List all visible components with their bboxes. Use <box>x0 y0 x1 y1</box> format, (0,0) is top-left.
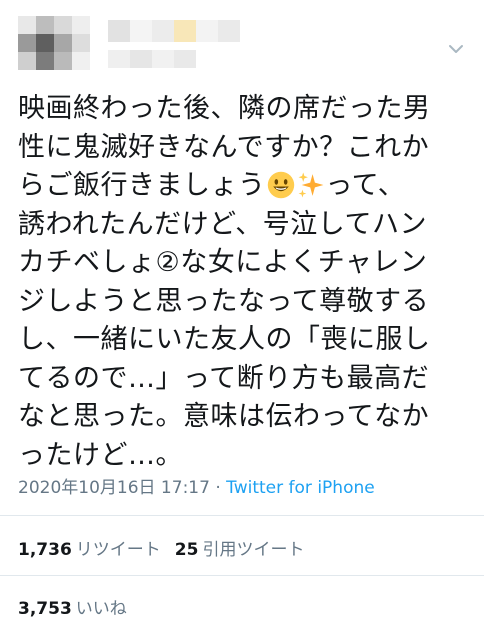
tweet-text-line: って、 <box>325 170 406 201</box>
tweet-text-line: なと思った。意味は伝わってなか <box>18 401 430 432</box>
tweet-text-line: ジしようと思ったなって尊敬する <box>18 285 430 317</box>
likes-label: いいね <box>75 599 127 619</box>
quotes-count: 25 <box>174 540 199 560</box>
tweet-text: 映画終わった後、隣の席だった男 性に鬼滅好きなんですか？これか らご飯行きましょ… <box>18 90 470 475</box>
mosaic-blur <box>18 16 240 70</box>
tweet-timestamp[interactable]: 2020年10月16日 17:17 <box>18 478 210 498</box>
divider <box>0 515 484 516</box>
meta-separator: · <box>209 478 227 498</box>
tweet-text-line: し、一緒にいた友人の「喪に服し <box>18 324 431 355</box>
tweet-text-line: 誘われたんだけど、号泣してハン <box>18 208 427 240</box>
likes-count: 3,753 <box>18 599 72 619</box>
tweet-text-line: カチベしょ②な女によくチャレン <box>18 247 428 278</box>
tweet-card: 映画終わった後、隣の席だった男 性に鬼滅好きなんですか？これか らご飯行きましょ… <box>0 0 484 633</box>
tweet-text-line: 映画終わった後、隣の席だった男 <box>18 93 431 124</box>
tweet-text-line: ったけど…。 <box>18 439 183 471</box>
retweets-count: 1,736 <box>18 540 72 560</box>
quotes-stat[interactable]: 25 引用ツイート <box>175 540 305 560</box>
tweet-text-line: 性に鬼滅好きなんですか？これか <box>18 131 430 163</box>
divider <box>0 575 484 576</box>
tweet-text-line: らご飯行きましょう <box>18 170 266 201</box>
tweet-source-link[interactable]: Twitter for iPhone <box>226 478 375 498</box>
tweet-text-line: てるので…」って断り方も最高だ <box>18 362 430 394</box>
pixelated-user-header <box>18 16 242 76</box>
quotes-label: 引用ツイート <box>202 540 305 560</box>
chevron-down-icon[interactable] <box>448 40 464 53</box>
smiling-face-emoji <box>267 171 294 199</box>
retweet-stats: 1,736 リツイート 25 引用ツイート <box>18 535 304 560</box>
tweet-meta: 2020年10月16日 17:17 · Twitter for iPhone <box>18 473 375 498</box>
likes-stat[interactable]: 3,753 いいね <box>18 594 127 619</box>
retweets-stat[interactable]: 1,736 リツイート <box>18 540 161 560</box>
sparkles-emoji <box>298 172 323 198</box>
retweets-label: リツイート <box>75 540 161 560</box>
